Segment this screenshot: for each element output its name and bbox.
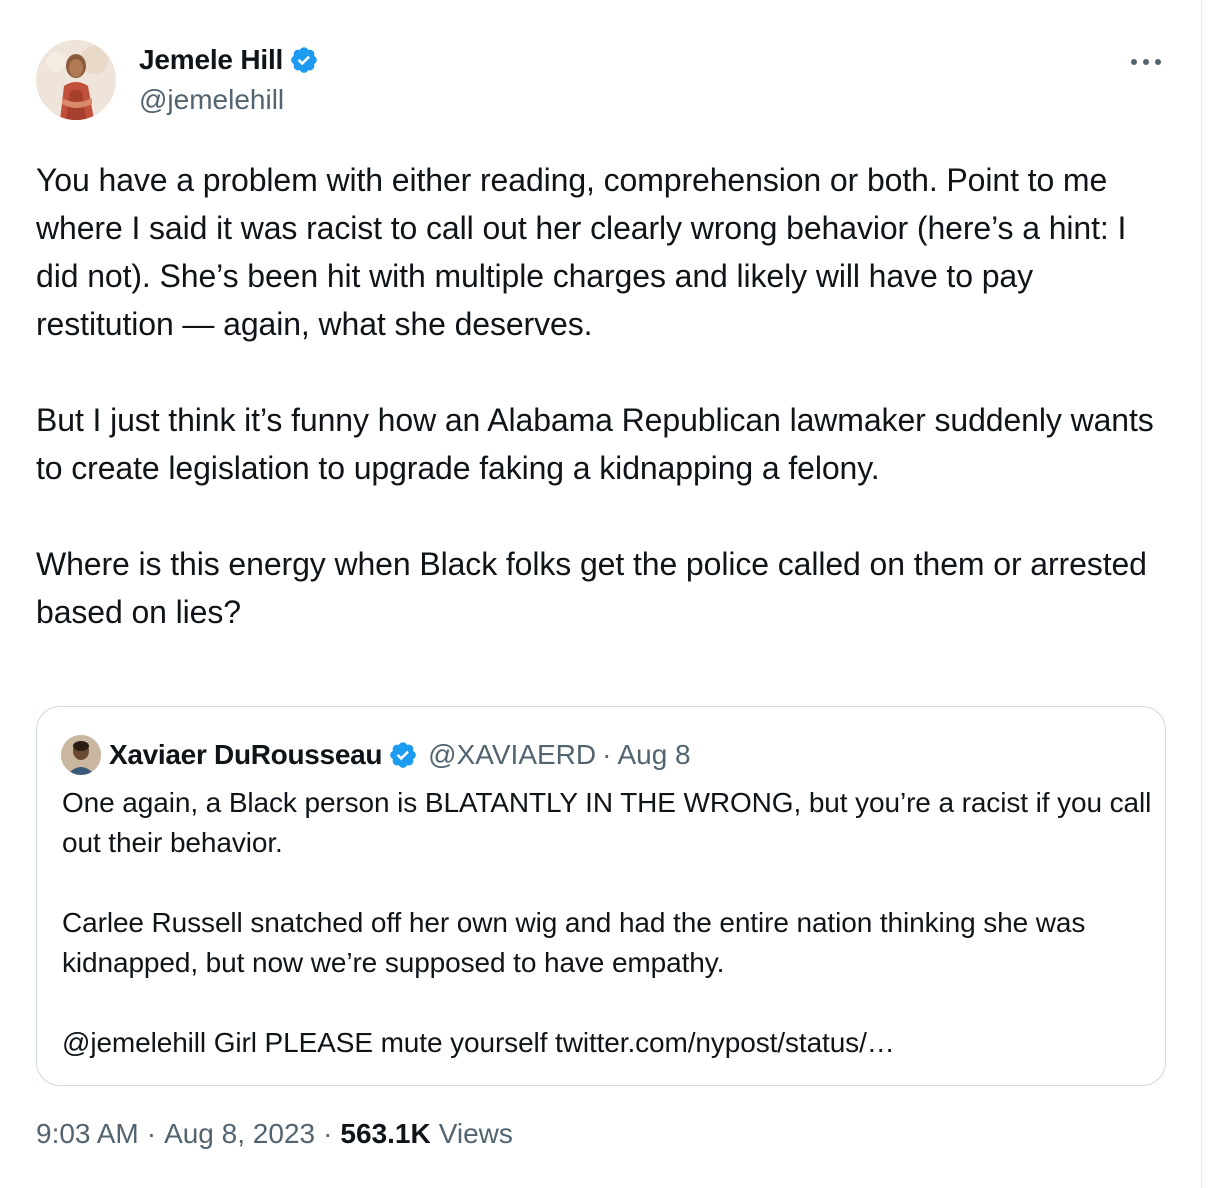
tweet-meta: 9:03 AM · Aug 8, 2023 · 563.1K Views <box>36 1118 513 1150</box>
tweet-card: Jemele Hill @jemelehill You have a probl… <box>0 0 1202 1188</box>
tweet-header: Jemele Hill @jemelehill <box>36 38 1166 120</box>
quoted-tweet-header: Xaviaer DuRousseau @XAVIAERD · Aug 8 <box>61 735 691 775</box>
author-avatar-image <box>36 40 116 120</box>
tweet-paragraph: You have a problem with either reading, … <box>36 162 1127 342</box>
tweet-paragraph: Where is this energy when Black folks ge… <box>36 546 1147 630</box>
tweet-date[interactable]: Aug 8, 2023 <box>164 1118 315 1150</box>
verified-badge-icon[interactable] <box>289 45 319 75</box>
tweet-time[interactable]: 9:03 AM <box>36 1118 139 1150</box>
author-handle[interactable]: @jemelehill <box>139 84 284 116</box>
quoted-author-handle: @XAVIAERD <box>428 739 597 770</box>
author-name-row: Jemele Hill <box>139 42 319 78</box>
quoted-paragraph: One again, a Black person is BLATANTLY I… <box>62 787 1152 858</box>
quoted-author-avatar <box>61 735 101 775</box>
more-options-icon[interactable] <box>1126 42 1166 82</box>
verified-badge-icon <box>388 740 418 770</box>
author-display-name[interactable]: Jemele Hill <box>139 44 283 76</box>
tweet-text: You have a problem with either reading, … <box>36 156 1176 636</box>
separator-dot: · <box>602 739 612 770</box>
quoted-tweet-text: One again, a Black person is BLATANTLY I… <box>62 783 1152 1063</box>
author-avatar[interactable] <box>36 40 116 120</box>
quoted-paragraph: Carlee Russell snatched off her own wig … <box>62 907 1086 978</box>
quoted-tweet-date: Aug 8 <box>617 739 691 770</box>
tweet-paragraph: But I just think it’s funny how an Alaba… <box>36 402 1154 486</box>
views-count[interactable]: 563.1K <box>340 1118 430 1150</box>
quoted-tweet[interactable]: Xaviaer DuRousseau @XAVIAERD · Aug 8 One… <box>36 706 1166 1086</box>
separator-dot: · <box>146 1118 157 1149</box>
quoted-paragraph: @jemelehill Girl PLEASE mute yourself tw… <box>62 1027 895 1058</box>
quoted-author-display-name: Xaviaer DuRousseau <box>109 739 383 770</box>
views-label: Views <box>438 1118 513 1149</box>
separator-dot: · <box>323 1118 333 1149</box>
